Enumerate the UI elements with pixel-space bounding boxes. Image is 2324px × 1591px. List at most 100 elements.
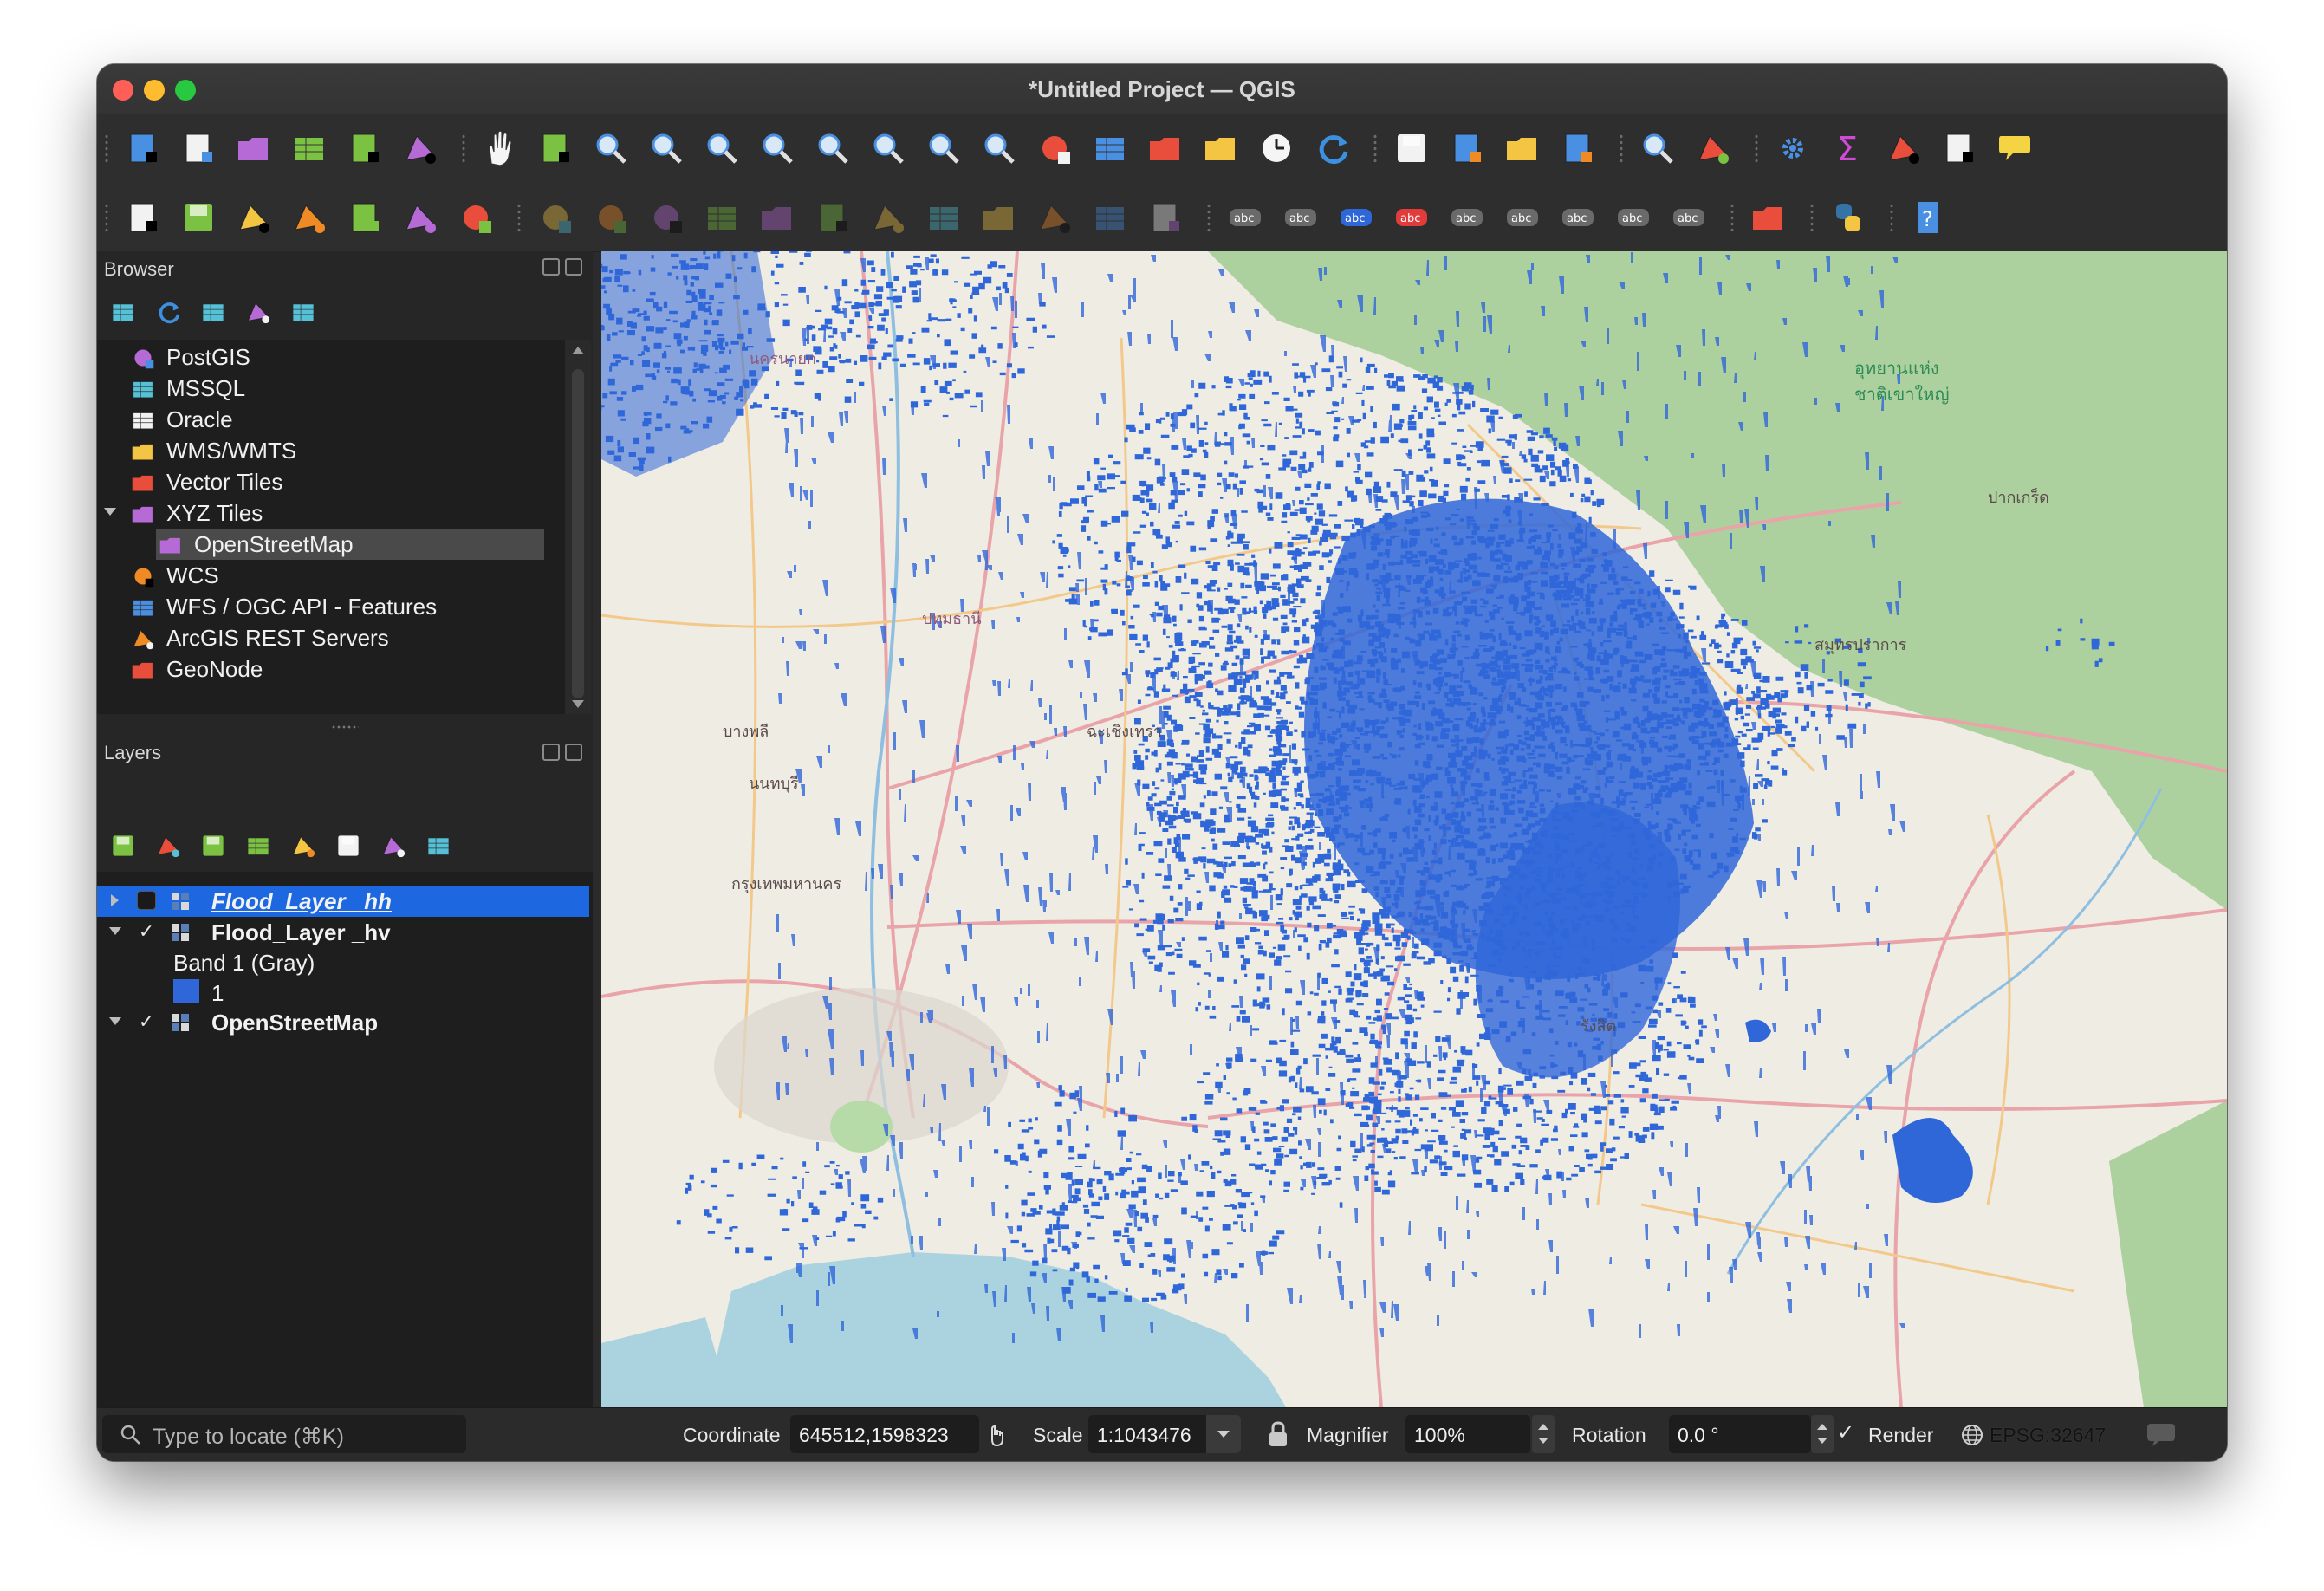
- identify-icon[interactable]: [1636, 127, 1679, 170]
- pan-to-selection-icon[interactable]: [534, 127, 577, 170]
- python-console-icon[interactable]: [1827, 196, 1870, 239]
- add-spatialite-icon[interactable]: [343, 196, 386, 239]
- browser-item[interactable]: WFS / OGC API - Features: [97, 591, 565, 622]
- refresh-icon[interactable]: [151, 295, 185, 329]
- layout-manager-icon[interactable]: [343, 127, 386, 170]
- layer-visibility-checkbox[interactable]: [137, 891, 156, 910]
- scroll-thumb[interactable]: [572, 369, 584, 698]
- crs-button[interactable]: EPSG:32647: [1990, 1424, 2106, 1447]
- add-selected-layers-icon[interactable]: [106, 295, 140, 329]
- globe-crs-icon[interactable]: [1960, 1423, 1984, 1447]
- add-feature-icon[interactable]: [700, 196, 743, 239]
- undo-icon[interactable]: [1088, 196, 1132, 239]
- toolbar-grip[interactable]: [1889, 203, 1894, 234]
- style-manager-icon[interactable]: [399, 127, 442, 170]
- add-virtual-layer-icon[interactable]: [454, 196, 497, 239]
- collapse-all-icon[interactable]: [376, 828, 411, 863]
- browser-item[interactable]: Vector Tiles: [97, 466, 565, 497]
- layer-styling-icon[interactable]: [106, 828, 140, 863]
- layer-row[interactable]: Flood_Layer _hh: [97, 886, 593, 917]
- zoom-full-icon[interactable]: [700, 127, 743, 170]
- toolbar-grip[interactable]: [1754, 133, 1759, 165]
- rotation-stepper[interactable]: [1811, 1415, 1834, 1453]
- browser-item[interactable]: PostGIS: [97, 341, 565, 373]
- float-panel-icon[interactable]: [542, 744, 560, 761]
- browser-item[interactable]: MSSQL: [97, 373, 565, 404]
- toolbar-grip[interactable]: [1373, 133, 1378, 165]
- settings-gear-icon[interactable]: [1771, 127, 1814, 170]
- statistics-icon[interactable]: [1691, 127, 1735, 170]
- zoom-native-icon[interactable]: [867, 127, 910, 170]
- collapse-all-icon[interactable]: [241, 295, 276, 329]
- manage-visibility-icon[interactable]: [196, 828, 230, 863]
- move-label-icon[interactable]: abc: [1556, 196, 1600, 239]
- toolbar-grip[interactable]: [1730, 203, 1735, 234]
- browser-tree[interactable]: PostGIS MSSQL Oracle WMS/WMTS Vector Tiles XY…: [97, 340, 565, 714]
- redo-icon[interactable]: [1144, 196, 1187, 239]
- rule-labeling-icon[interactable]: abc: [1390, 196, 1433, 239]
- paste-features-icon[interactable]: [1033, 196, 1076, 239]
- close-panel-icon[interactable]: [565, 258, 582, 276]
- locator-bar[interactable]: Type to locate (⌘K): [102, 1415, 466, 1453]
- sum-icon[interactable]: Σ: [1827, 127, 1870, 170]
- collapse-arrow-icon[interactable]: [109, 1017, 121, 1025]
- new-map-view-icon[interactable]: [1033, 127, 1076, 170]
- zoom-to-layer-icon[interactable]: [811, 127, 854, 170]
- collapse-arrow-icon[interactable]: [104, 508, 116, 516]
- toolbar-grip[interactable]: [104, 133, 109, 165]
- expand-all-icon[interactable]: [331, 828, 366, 863]
- layer-visibility-checkbox[interactable]: ✓: [137, 922, 156, 941]
- show-labels-icon[interactable]: abc: [1501, 196, 1544, 239]
- toolbar-grip[interactable]: [1809, 203, 1814, 234]
- save-project-icon[interactable]: [232, 127, 276, 170]
- new-bookmark-icon[interactable]: [1144, 127, 1187, 170]
- browser-item[interactable]: WMS/WMTS: [97, 435, 565, 466]
- panel-splitter-handle[interactable]: [331, 724, 359, 730]
- browser-item[interactable]: WCS: [97, 560, 565, 591]
- toolbar-grip[interactable]: [1619, 133, 1624, 165]
- filter-icon[interactable]: [196, 295, 230, 329]
- zoom-to-selection-icon[interactable]: [756, 127, 799, 170]
- layer-row[interactable]: ✓ Flood_Layer _hv: [97, 917, 593, 948]
- properties-info-icon[interactable]: [286, 295, 321, 329]
- scale-dropdown-button[interactable]: [1206, 1415, 1241, 1453]
- select-features-icon[interactable]: [1390, 127, 1433, 170]
- toggle-extents-icon[interactable]: [984, 1422, 1010, 1448]
- browser-item[interactable]: Oracle: [97, 404, 565, 435]
- scroll-up-icon[interactable]: [572, 347, 584, 354]
- toolbar-grip[interactable]: [1206, 203, 1211, 234]
- plugin-globe-icon[interactable]: [1747, 196, 1790, 239]
- rotation-field[interactable]: 0.0 °: [1669, 1415, 1811, 1453]
- add-mesh-icon[interactable]: [399, 196, 442, 239]
- help-icon[interactable]: ?: [1906, 196, 1950, 239]
- cut-features-icon[interactable]: [922, 196, 965, 239]
- modify-attributes-icon[interactable]: [811, 196, 854, 239]
- pin-labels-icon[interactable]: abc: [1445, 196, 1489, 239]
- zoom-out-icon[interactable]: [645, 127, 688, 170]
- open-project-icon[interactable]: [177, 127, 220, 170]
- open-table-icon[interactable]: [1882, 127, 1925, 170]
- browser-item[interactable]: OpenStreetMap: [97, 529, 565, 560]
- toolbar-grip[interactable]: [516, 203, 522, 234]
- zoom-last-icon[interactable]: [922, 127, 965, 170]
- browser-item[interactable]: GeoNode: [97, 653, 565, 685]
- measure-icon[interactable]: [1938, 127, 1981, 170]
- scroll-down-icon[interactable]: [572, 700, 584, 708]
- save-edits-icon[interactable]: [645, 196, 688, 239]
- new-project-icon[interactable]: [121, 127, 165, 170]
- diagram-icon[interactable]: abc: [1279, 196, 1322, 239]
- filter-legend-icon[interactable]: [241, 828, 276, 863]
- change-label-icon[interactable]: abc: [1667, 196, 1711, 239]
- map-canvas[interactable]: อุทยานแห่ง ชาติเขาใหญ่ นครนายก ปทุมธานี นนทบ…: [601, 251, 2227, 1407]
- delete-selected-icon[interactable]: [867, 196, 910, 239]
- toolbar-grip[interactable]: [461, 133, 466, 165]
- vertex-tool-icon[interactable]: [756, 196, 799, 239]
- toolbar-grip[interactable]: [104, 203, 109, 234]
- new-geopackage-icon[interactable]: [177, 196, 220, 239]
- temporal-controller-icon[interactable]: [1255, 127, 1298, 170]
- layer-row[interactable]: ✓ OpenStreetMap: [97, 1007, 593, 1038]
- show-bookmarks-icon[interactable]: [1199, 127, 1243, 170]
- render-checkbox[interactable]: ✓: [1837, 1420, 1854, 1445]
- remove-layer-icon[interactable]: [421, 828, 456, 863]
- close-panel-icon[interactable]: [565, 744, 582, 761]
